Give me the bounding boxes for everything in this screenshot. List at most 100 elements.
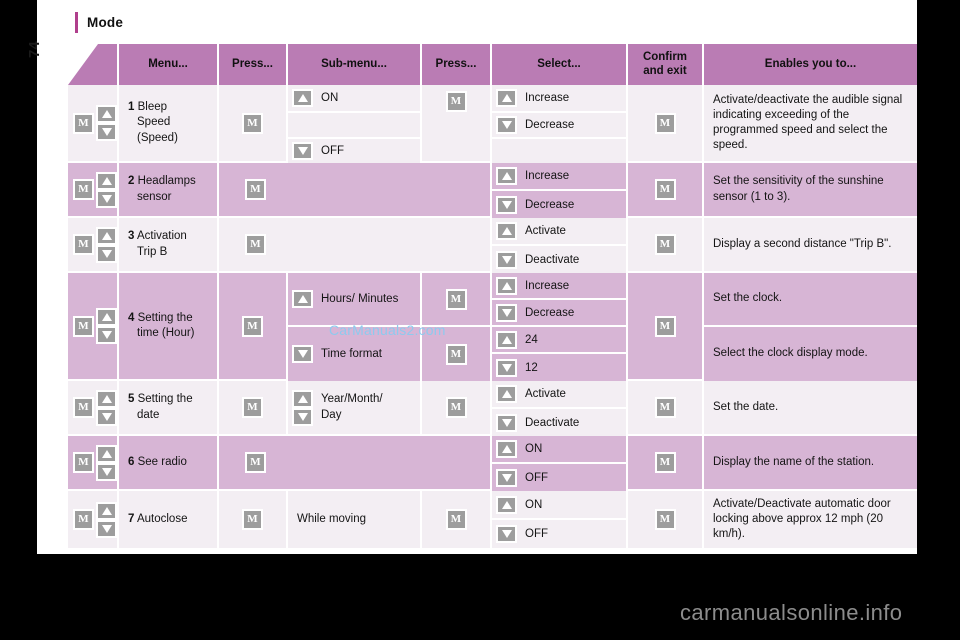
row-3-select-option[interactable]: Activate — [492, 218, 628, 246]
mode-button-icon[interactable]: M — [654, 397, 676, 418]
updown-control[interactable] — [96, 171, 117, 208]
row-5-press-1[interactable]: M — [219, 381, 288, 436]
row-1-press-1[interactable]: M — [219, 85, 288, 163]
down-arrow-icon[interactable] — [496, 116, 517, 134]
up-arrow-icon[interactable] — [96, 389, 117, 408]
up-arrow-icon[interactable] — [496, 495, 517, 514]
updown-control[interactable] — [292, 389, 313, 426]
down-arrow-icon[interactable] — [96, 189, 117, 208]
row-6-select-option[interactable]: OFF — [492, 464, 628, 491]
up-arrow-icon[interactable] — [96, 226, 117, 245]
down-arrow-icon[interactable] — [96, 326, 117, 344]
row-4-submenu-option[interactable]: Time format — [288, 327, 422, 381]
row-2-select-option[interactable]: Decrease — [492, 191, 628, 218]
mode-button-icon[interactable]: M — [73, 509, 94, 530]
mode-button-icon[interactable]: M — [654, 509, 676, 530]
mode-button-icon[interactable]: M — [445, 397, 467, 418]
row-5-confirm[interactable]: M — [628, 381, 704, 436]
down-arrow-icon[interactable] — [496, 250, 517, 269]
updown-control[interactable] — [96, 226, 117, 263]
mode-button-icon[interactable]: M — [654, 234, 676, 255]
mode-button-icon[interactable]: M — [73, 179, 94, 200]
down-arrow-icon[interactable] — [96, 462, 117, 481]
mode-button-icon[interactable]: M — [73, 234, 94, 255]
up-arrow-icon[interactable] — [496, 222, 517, 240]
mode-button-icon[interactable]: M — [654, 315, 676, 337]
mode-button-icon[interactable]: M — [73, 112, 94, 134]
row-4-confirm[interactable]: M — [628, 273, 704, 381]
down-arrow-icon[interactable] — [292, 142, 313, 160]
row-5-press-2[interactable]: M — [422, 381, 492, 436]
down-arrow-icon[interactable] — [496, 525, 517, 543]
row-2-select-option[interactable]: Increase — [492, 163, 628, 191]
up-arrow-icon[interactable] — [96, 171, 117, 190]
up-arrow-icon[interactable] — [96, 308, 117, 326]
row-1-select-option[interactable]: Decrease — [492, 113, 628, 139]
up-arrow-icon[interactable] — [292, 389, 313, 408]
mode-button-icon[interactable]: M — [242, 397, 263, 418]
updown-control[interactable] — [96, 105, 117, 141]
row-2-press-1[interactable]: M — [219, 163, 492, 218]
row-1-submenu-option[interactable]: OFF — [288, 139, 422, 163]
down-arrow-icon[interactable] — [496, 303, 517, 322]
mode-button-icon[interactable]: M — [242, 509, 263, 530]
row-7-confirm[interactable]: M — [628, 491, 704, 548]
down-arrow-icon[interactable] — [96, 407, 117, 426]
row-6-mode-control[interactable]: M — [68, 436, 119, 491]
mode-button-icon[interactable]: M — [445, 288, 467, 310]
row-4-press-2[interactable]: M — [422, 327, 492, 381]
row-7-select-option[interactable]: ON — [492, 491, 628, 520]
row-7-press-2[interactable]: M — [422, 491, 492, 548]
up-arrow-icon[interactable] — [96, 105, 117, 123]
mode-button-icon[interactable]: M — [654, 179, 676, 200]
down-arrow-icon[interactable] — [496, 413, 517, 432]
mode-button-icon[interactable]: M — [73, 397, 94, 418]
row-5-submenu[interactable]: Year/Month/ Day — [288, 381, 422, 436]
mode-button-icon[interactable]: M — [445, 509, 467, 530]
up-arrow-icon[interactable] — [496, 167, 517, 185]
updown-control[interactable] — [96, 444, 117, 481]
row-4-press-1[interactable]: M — [219, 273, 288, 381]
mode-button-icon[interactable]: M — [245, 234, 266, 255]
row-5-select-option[interactable]: Activate — [492, 381, 628, 409]
row-7-select-option[interactable]: OFF — [492, 520, 628, 548]
mode-button-icon[interactable]: M — [245, 452, 266, 473]
row-4-select-option[interactable]: Decrease — [492, 300, 628, 327]
row-1-confirm[interactable]: M — [628, 85, 704, 163]
down-arrow-icon[interactable] — [496, 195, 517, 214]
mode-button-icon[interactable]: M — [445, 343, 467, 365]
down-arrow-icon[interactable] — [496, 468, 517, 487]
mode-button-icon[interactable]: M — [245, 179, 266, 200]
up-arrow-icon[interactable] — [496, 440, 517, 458]
row-6-confirm[interactable]: M — [628, 436, 704, 491]
up-arrow-icon[interactable] — [496, 276, 517, 295]
row-4-select-option[interactable]: Increase — [492, 273, 628, 300]
row-1-select-option[interactable]: Increase — [492, 85, 628, 113]
up-arrow-icon[interactable] — [292, 89, 313, 107]
mode-button-icon[interactable]: M — [654, 112, 676, 134]
up-arrow-icon[interactable] — [496, 330, 517, 349]
down-arrow-icon[interactable] — [496, 358, 517, 377]
up-arrow-icon[interactable] — [96, 501, 117, 520]
row-4-press-2[interactable]: M — [422, 273, 492, 327]
row-1-submenu-option[interactable]: ON — [288, 85, 422, 113]
updown-control[interactable] — [96, 501, 117, 538]
row-7-press-1[interactable]: M — [219, 491, 288, 548]
row-3-confirm[interactable]: M — [628, 218, 704, 273]
row-3-select-option[interactable]: Deactivate — [492, 246, 628, 273]
up-arrow-icon[interactable] — [292, 290, 313, 308]
mode-button-icon[interactable]: M — [73, 315, 94, 337]
mode-button-icon[interactable]: M — [654, 452, 676, 473]
down-arrow-icon[interactable] — [96, 519, 117, 538]
row-1-mode-control[interactable]: M — [68, 85, 119, 163]
down-arrow-icon[interactable] — [292, 407, 313, 426]
row-6-select-option[interactable]: ON — [492, 436, 628, 464]
row-1-press-2[interactable]: M — [422, 85, 492, 163]
row-3-press-1[interactable]: M — [219, 218, 492, 273]
row-6-press-1[interactable]: M — [219, 436, 492, 491]
row-5-select-option[interactable]: Deactivate — [492, 409, 628, 436]
mode-button-icon[interactable]: M — [73, 452, 94, 473]
row-5-mode-control[interactable]: M — [68, 381, 119, 436]
row-4-mode-control[interactable]: M — [68, 273, 119, 381]
row-2-confirm[interactable]: M — [628, 163, 704, 218]
